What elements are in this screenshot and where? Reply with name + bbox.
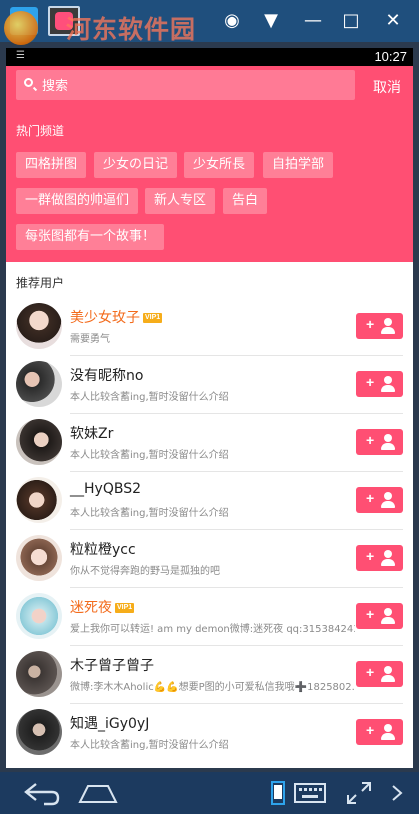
channel-chip[interactable]: 自拍学部 (263, 152, 334, 178)
user-name[interactable]: 知遇_iGy0yJ (70, 713, 149, 733)
user-row[interactable]: 没有昵称no 本人比较含蓄ing,暂时没留什么介绍 + (6, 356, 413, 414)
emulator-nav-bar (0, 772, 419, 814)
account-icon[interactable]: ◉ (221, 10, 243, 32)
follow-button[interactable]: + (356, 313, 403, 339)
plus-icon: + (366, 432, 375, 448)
channel-chip[interactable]: 一群做图的帅逼们 (16, 188, 139, 214)
add-person-icon (381, 376, 395, 392)
channel-chip[interactable]: 告白 (223, 188, 268, 214)
cancel-button[interactable]: 取消 (373, 77, 401, 97)
screen-orientation-icon[interactable] (270, 781, 286, 805)
user-row[interactable]: 知遇_iGy0yJ 本人比较含蓄ing,暂时没留什么介绍 + (6, 704, 413, 762)
plus-icon: + (366, 722, 375, 738)
home-icon[interactable] (78, 782, 118, 804)
avatar[interactable] (16, 477, 62, 523)
user-bio: 本人比较含蓄ing,暂时没留什么介绍 (70, 450, 229, 461)
plus-icon: + (366, 374, 375, 390)
plus-icon: + (366, 316, 375, 332)
avatar[interactable] (16, 709, 62, 755)
user-bio: 本人比较含蓄ing,暂时没留什么介绍 (70, 392, 229, 403)
user-name[interactable]: 美少女玫子 VIP1 (70, 307, 163, 327)
user-name[interactable]: 没有昵称no (70, 365, 143, 385)
avatar[interactable] (16, 303, 62, 349)
user-name[interactable]: 粒粒橙ycc (70, 539, 136, 559)
channel-chip[interactable]: 四格拼图 (16, 152, 87, 178)
recommended-users-title: 推荐用户 (16, 276, 65, 290)
user-name-text: 迷死夜 (70, 600, 112, 616)
add-person-icon (381, 492, 395, 508)
hot-channels-title: 热门频道 (16, 124, 65, 138)
user-name[interactable]: __HyQBS2 (70, 481, 141, 497)
search-input[interactable] (40, 70, 344, 102)
user-bio: 爱上我你可以转运! am my demon微博:迷死夜 qq:315384243… (70, 624, 355, 635)
keyboard-icon[interactable] (294, 783, 326, 803)
close-icon[interactable]: ✕ (382, 10, 404, 32)
user-row[interactable]: __HyQBS2 本人比较含蓄ing,暂时没留什么介绍 + (6, 472, 413, 530)
user-row[interactable]: 木子曾子曾子 微博:李木木Aholic💪💪想要P图的小可爱私信我哦➕182580… (6, 646, 413, 704)
status-time: 10:27 (374, 49, 407, 64)
add-person-icon (381, 434, 395, 450)
user-bio: 微博:李木木Aholic💪💪想要P图的小可爱私信我哦➕1825802... (70, 682, 355, 693)
add-person-icon (381, 318, 395, 334)
user-bio: 需要勇气 (70, 334, 110, 345)
follow-button[interactable]: + (356, 545, 403, 571)
vip-badge: VIP1 (143, 313, 163, 323)
user-row[interactable]: 软妹Zr 本人比较含蓄ing,暂时没留什么介绍 + (6, 414, 413, 472)
follow-button[interactable]: + (356, 603, 403, 629)
minimize-icon[interactable]: — (302, 10, 324, 32)
user-row[interactable]: 美少女玫子 VIP1 需要勇气 + (6, 298, 413, 356)
user-bio: 你从不觉得奔跑的野马是孤独的吧 (70, 566, 220, 577)
channel-chip[interactable]: 少女所長 (184, 152, 255, 178)
recommended-users-list: 推荐用户 美少女玫子 VIP1 需要勇气 + 没有昵称no 本人比较含蓄ing,暂… (6, 262, 413, 768)
plus-icon: + (366, 606, 375, 622)
add-person-icon (381, 550, 395, 566)
follow-button[interactable]: + (356, 661, 403, 687)
add-person-icon (381, 608, 395, 624)
search-icon (24, 78, 33, 87)
follow-button[interactable]: + (356, 487, 403, 513)
user-name[interactable]: 木子曾子曾子 (70, 655, 154, 675)
user-name-text: 美少女玫子 (70, 310, 140, 326)
vip-badge: VIP1 (115, 603, 135, 613)
plus-icon: + (366, 664, 375, 680)
emulator-title-bar: ◉ ▼ — □ ✕ (0, 0, 419, 42)
dropdown-icon[interactable]: ▼ (260, 10, 282, 32)
chevron-right-icon[interactable] (390, 784, 404, 802)
add-person-icon (381, 666, 395, 682)
avatar[interactable] (16, 651, 62, 697)
status-bar: ☰ 10:27 (6, 48, 413, 66)
home-app-tab[interactable] (10, 7, 38, 35)
avatar[interactable] (16, 361, 62, 407)
avatar[interactable] (16, 535, 62, 581)
follow-button[interactable]: + (356, 371, 403, 397)
back-icon[interactable] (22, 780, 62, 806)
channel-chip[interactable]: 新人专区 (145, 188, 216, 214)
plus-icon: + (366, 490, 375, 506)
search-box[interactable] (16, 70, 355, 102)
fullscreen-icon[interactable] (346, 781, 372, 805)
user-row[interactable]: 粒粒橙ycc 你从不觉得奔跑的野马是孤独的吧 + (6, 530, 413, 588)
maximize-icon[interactable]: □ (340, 10, 362, 32)
user-name[interactable]: 软妹Zr (70, 423, 113, 443)
user-row[interactable]: 迷死夜 VIP1 爱上我你可以转运! am my demon微博:迷死夜 qq:3… (6, 588, 413, 646)
plus-icon: + (366, 548, 375, 564)
avatar[interactable] (16, 593, 62, 639)
menu-icon: ☰ (16, 50, 25, 61)
channel-chip[interactable]: 少女の日记 (94, 152, 178, 178)
active-app-tab[interactable] (48, 6, 80, 36)
user-bio: 本人比较含蓄ing,暂时没留什么介绍 (70, 740, 229, 751)
channel-chip[interactable]: 每张图都有一个故事！ (16, 224, 165, 250)
add-person-icon (381, 724, 395, 740)
user-bio: 本人比较含蓄ing,暂时没留什么介绍 (70, 508, 229, 519)
follow-button[interactable]: + (356, 719, 403, 745)
user-name[interactable]: 迷死夜 VIP1 (70, 597, 135, 617)
search-header: 取消 热门频道 四格拼图 少女の日记 少女所長 自拍学部 一群做图的帅逼们 新人… (6, 66, 413, 262)
follow-button[interactable]: + (356, 429, 403, 455)
avatar[interactable] (16, 419, 62, 465)
app-icon (55, 12, 73, 30)
